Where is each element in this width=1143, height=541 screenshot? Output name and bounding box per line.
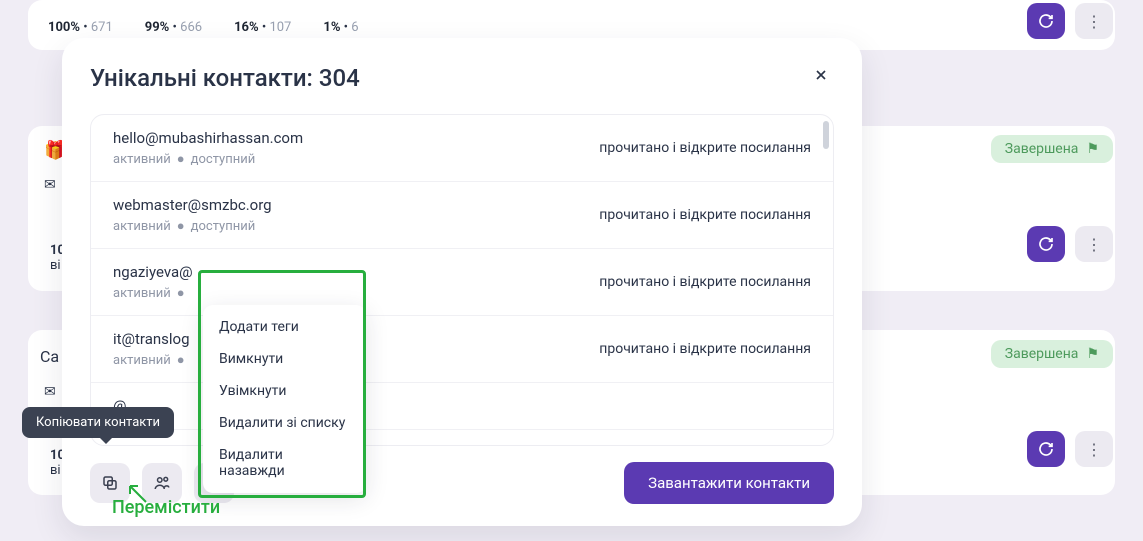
more-button[interactable]: ⋮ <box>1075 226 1113 262</box>
close-icon <box>813 67 829 83</box>
contact-row[interactable]: hello@mubashirhassan.com активний●доступ… <box>91 115 833 182</box>
contact-available: доступний <box>191 219 256 234</box>
more-button[interactable]: ⋮ <box>1075 431 1113 467</box>
status-badge: Завершена ⚑ <box>991 340 1113 368</box>
bg-txt: ві <box>50 463 61 478</box>
mail-icon: ✉ <box>44 384 56 400</box>
users-icon <box>153 474 171 492</box>
bg-partial-text: Ca <box>40 347 59 366</box>
close-button[interactable] <box>806 60 836 90</box>
actions-dropdown: Додати теги Вимкнути Увімкнути Видалити … <box>203 305 366 493</box>
badge-label: Завершена <box>1005 346 1079 362</box>
contact-list: hello@mubashirhassan.com активний●доступ… <box>90 114 834 446</box>
stat-count: 671 <box>91 20 113 35</box>
scrollbar[interactable] <box>823 121 829 149</box>
contacts-modal: Унікальні контакти: 304 hello@mubashirha… <box>62 38 862 526</box>
refresh-button[interactable] <box>1027 3 1065 39</box>
contact-result: прочитано і відкрите посилання <box>599 341 811 357</box>
contact-email: webmaster@smzbc.org <box>113 196 272 214</box>
bg-stats-row: 100% • 671 99% • 666 16% • 107 1% • 6 <box>48 20 359 35</box>
contact-row[interactable]: webmaster@smzbc.org активний●доступний п… <box>91 182 833 249</box>
more-button[interactable]: ⋮ <box>1075 3 1113 39</box>
flag-icon: ⚑ <box>1086 141 1099 157</box>
dropdown-item-add-tags[interactable]: Додати теги <box>203 311 366 343</box>
contact-active: активний <box>113 152 171 167</box>
stat-count: 6 <box>351 20 358 35</box>
dropdown-item-disable[interactable]: Вимкнути <box>203 343 366 375</box>
flag-icon: ⚑ <box>1086 346 1099 362</box>
download-contacts-button[interactable]: Завантажити контакти <box>624 462 834 504</box>
contact-result: прочитано і відкрите посилання <box>599 274 811 290</box>
refresh-button[interactable] <box>1027 226 1065 262</box>
mail-icon: ✉ <box>44 177 56 193</box>
contact-email: it@translog <box>113 330 191 348</box>
stat-count: 666 <box>180 20 202 35</box>
stat-percent: 99% <box>145 20 170 35</box>
contact-email: ngaziyeva@ <box>113 263 193 281</box>
modal-title: Унікальні контакти: 304 <box>90 64 834 92</box>
status-badge: Завершена ⚑ <box>991 135 1113 163</box>
contact-available: доступний <box>191 152 256 167</box>
annotation-label: Перемістити <box>112 497 220 518</box>
bg-txt: ві <box>50 258 61 273</box>
contact-result: прочитано і відкрите посилання <box>599 207 811 223</box>
badge-label: Завершена <box>1005 141 1079 157</box>
contact-result: прочитано і відкрите посилання <box>599 140 811 156</box>
stat-percent: 1% <box>323 20 340 35</box>
contact-active: активний <box>113 286 171 301</box>
dropdown-item-delete-forever[interactable]: Видалити назавжди <box>203 439 366 487</box>
copy-tooltip: Копіювати контакти <box>22 407 174 438</box>
copy-icon <box>101 474 119 492</box>
contact-active: активний <box>113 219 171 234</box>
stat-count: 107 <box>269 20 291 35</box>
contact-row[interactable]: ngaziyeva@ активний● прочитано і відкрит… <box>91 249 833 316</box>
stat-percent: 100% <box>48 20 80 35</box>
dropdown-item-enable[interactable]: Увімкнути <box>203 375 366 407</box>
stat-percent: 16% <box>234 20 259 35</box>
contact-email: hello@mubashirhassan.com <box>113 129 303 147</box>
dropdown-item-remove-from-list[interactable]: Видалити зі списку <box>203 407 366 439</box>
refresh-button[interactable] <box>1027 431 1065 467</box>
contact-active: активний <box>113 353 171 368</box>
